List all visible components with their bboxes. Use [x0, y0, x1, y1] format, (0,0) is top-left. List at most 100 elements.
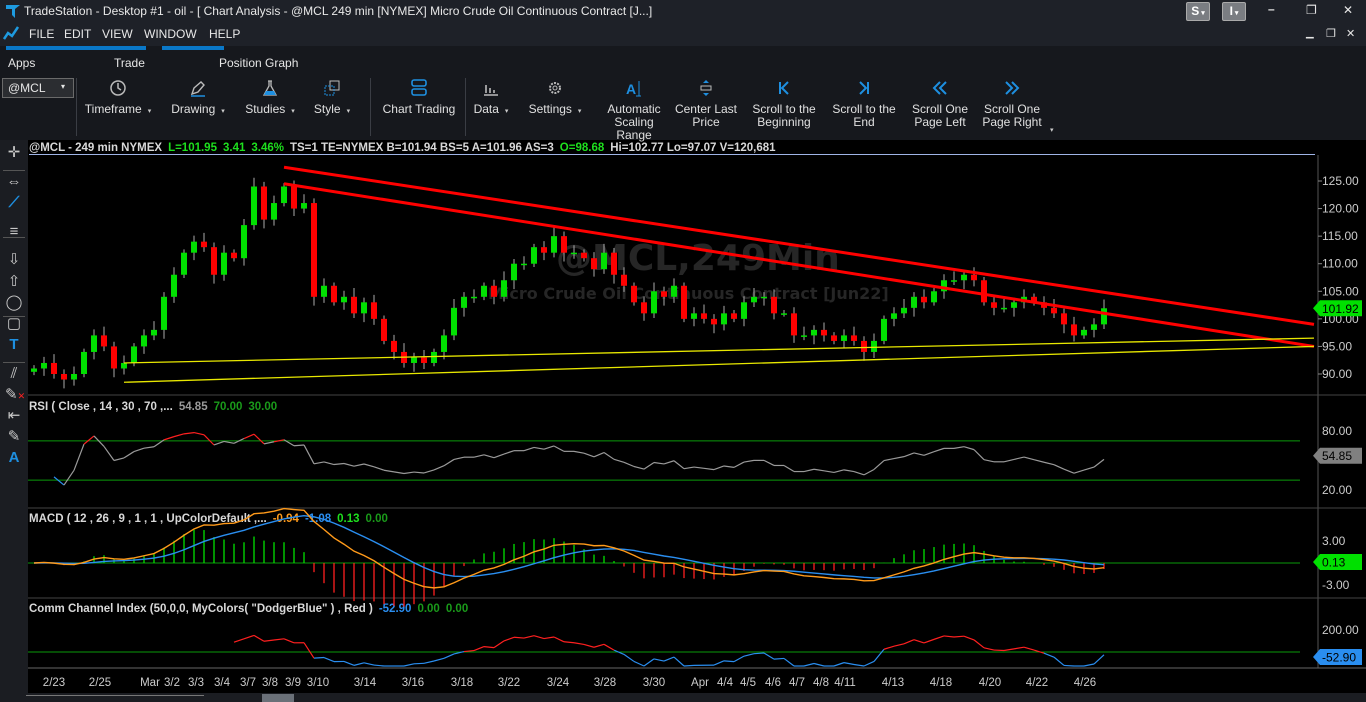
candle: [31, 368, 37, 372]
candle: [681, 285, 687, 319]
cci-line-segment: [363, 662, 375, 666]
candle: [721, 313, 727, 325]
date-label: 4/20: [979, 677, 1001, 689]
price-tick-label: 125.00: [1322, 174, 1359, 188]
candle: [51, 362, 57, 374]
rsi-line-segment: [743, 459, 755, 463]
candle: [931, 291, 937, 303]
rsi-line-segment: [1053, 464, 1065, 470]
cci-line-segment: [583, 643, 595, 648]
rsi-line-segment: [53, 476, 65, 486]
macd-tick-label: 3.00: [1322, 534, 1346, 548]
date-label: 3/30: [643, 677, 665, 689]
candle: [961, 274, 967, 281]
cci-line-segment: [773, 657, 785, 660]
cci-line-segment: [493, 640, 505, 649]
rsi-line-segment: [843, 469, 855, 473]
candle: [211, 247, 217, 275]
horizontal-scrollbar[interactable]: [0, 693, 1366, 702]
macd-tick-label: -3.00: [1322, 578, 1350, 592]
rsi-line-segment: [593, 452, 605, 458]
cci-line-segment: [513, 636, 525, 639]
cci-line-segment: [563, 641, 575, 644]
cci-line-segment: [1063, 664, 1075, 667]
cci-line-segment: [253, 634, 265, 642]
rsi-line-segment: [683, 466, 695, 470]
date-label: 3/2: [164, 677, 180, 689]
rsi-line-segment: [523, 446, 535, 452]
trendline-red: [283, 165, 1315, 326]
rsi-line-segment: [163, 436, 175, 441]
rsi-line-segment: [553, 445, 565, 452]
trendline-red: [283, 182, 1315, 348]
cci-line-segment: [733, 655, 745, 663]
rsi-line-segment: [733, 461, 745, 468]
candle: [1091, 324, 1097, 330]
candle: [1011, 302, 1017, 308]
candle: [371, 302, 377, 319]
candle: [771, 296, 777, 314]
rsi-line-segment: [913, 452, 925, 456]
candle: [791, 313, 797, 336]
cci-line-segment: [753, 652, 765, 655]
candle: [501, 280, 507, 297]
cci-line-segment: [533, 635, 545, 640]
cci-line-segment: [603, 643, 615, 651]
rsi-line-segment: [983, 459, 995, 463]
candle: [621, 274, 627, 286]
candle: [391, 340, 397, 352]
cci-line-segment: [963, 635, 975, 641]
rsi-line-segment: [663, 460, 675, 465]
candle: [111, 346, 117, 369]
candle: [241, 225, 247, 259]
rsi-line-segment: [483, 454, 495, 459]
date-label: 3/24: [547, 677, 570, 689]
rsi-line-segment: [963, 446, 975, 451]
macd-tag-label: 0.13: [1322, 556, 1346, 570]
date-label: 4/11: [834, 677, 856, 689]
rsi-line-segment: [193, 432, 205, 436]
candle: [671, 285, 677, 297]
date-label: 3/16: [402, 677, 424, 689]
candle: [641, 302, 647, 314]
candle: [481, 285, 487, 297]
rsi-line-segment: [673, 460, 685, 470]
cci-line-segment: [633, 660, 645, 667]
date-label: 3/10: [307, 677, 329, 689]
cci-line-segment: [233, 638, 245, 643]
cci-line-segment: [593, 643, 605, 648]
cci-line-segment: [673, 656, 685, 667]
rsi-line-segment: [363, 463, 375, 468]
rsi-line-segment: [433, 465, 445, 471]
rsi-line-segment: [203, 434, 215, 446]
date-label: 3/7: [240, 677, 256, 689]
rsi-line-segment: [393, 471, 405, 475]
cci-line-segment: [553, 636, 565, 643]
scroll-thumb[interactable]: [262, 694, 294, 702]
chart-canvas[interactable]: 125.00120.00115.00110.00105.00100.0095.0…: [0, 0, 1366, 702]
cci-line-segment: [643, 658, 655, 667]
rsi-line-segment: [723, 465, 735, 468]
date-label: 2/25: [89, 677, 111, 689]
rsi-line-segment: [493, 453, 505, 459]
date-label: 4/5: [740, 677, 756, 689]
rsi-line-segment: [123, 451, 135, 459]
candle: [151, 329, 157, 336]
rsi-line-segment: [623, 461, 635, 468]
rsi-tag-label: 54.85: [1322, 449, 1352, 463]
cci-line-segment: [1093, 654, 1105, 665]
cci-line-segment: [1083, 663, 1095, 667]
rsi-line-segment: [473, 454, 485, 458]
date-label: 4/4: [717, 677, 734, 689]
candle: [161, 296, 167, 330]
cci-line-segment: [313, 656, 325, 659]
candle: [281, 186, 287, 204]
rsi-line-segment: [873, 460, 885, 470]
rsi-line-segment: [73, 443, 85, 471]
rsi-line-segment: [1023, 456, 1035, 461]
cci-line-segment: [883, 645, 895, 650]
cci-line-segment: [543, 636, 555, 640]
rsi-line-segment: [1073, 469, 1085, 474]
candle: [201, 241, 207, 248]
candle: [121, 362, 127, 369]
